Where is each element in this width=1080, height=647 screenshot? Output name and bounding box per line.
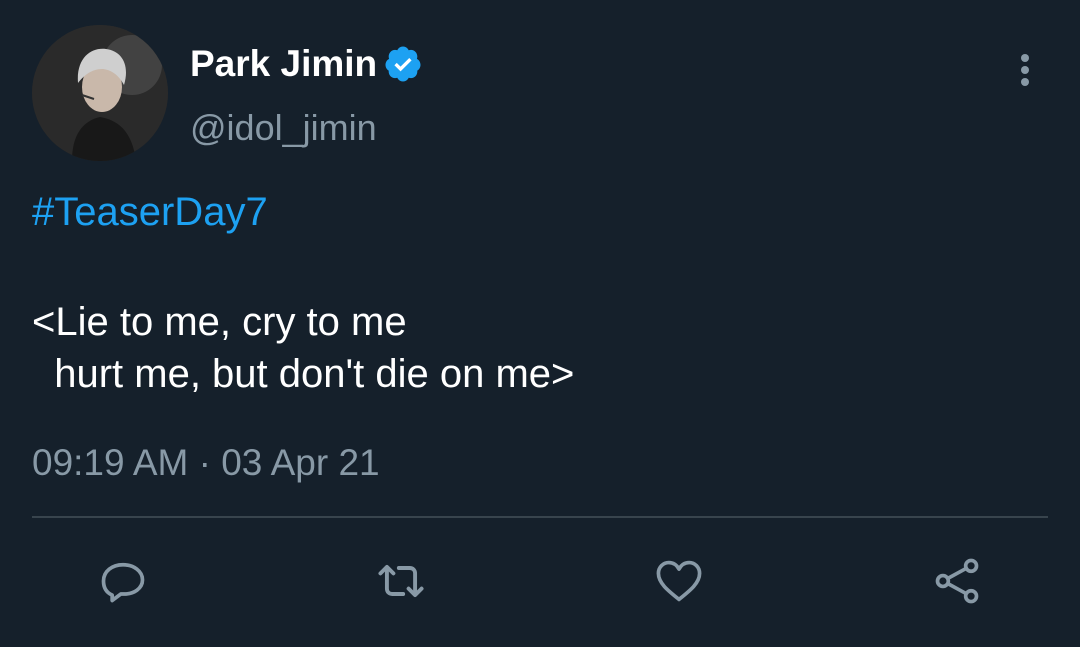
retweet-icon [378, 564, 424, 598]
tweet-text-line-2: hurt me, but don't die on me> [32, 352, 575, 396]
share-icon [935, 558, 979, 604]
more-vertical-icon[interactable] [1010, 50, 1040, 90]
tweet-text: <Lie to me, cry to me hurt me, but don't… [32, 296, 574, 400]
tweet-timestamp: 09:19 AM · 03 Apr 21 [32, 442, 380, 483]
verified-badge-icon [383, 44, 423, 84]
retweet-button[interactable] [373, 553, 429, 609]
share-button[interactable] [929, 553, 985, 609]
hashtag-link[interactable]: #TeaserDay7 [32, 188, 268, 236]
like-button[interactable] [651, 553, 707, 609]
reply-icon [101, 562, 145, 603]
user-handle[interactable]: @idol_jimin [190, 106, 377, 150]
divider [32, 516, 1048, 518]
display-name[interactable]: Park Jimin [190, 42, 423, 86]
heart-icon [656, 560, 702, 602]
display-name-text[interactable]: Park Jimin [190, 42, 377, 86]
avatar[interactable] [32, 25, 168, 161]
tweet-text-line-1: <Lie to me, cry to me [32, 300, 407, 344]
reply-button[interactable] [95, 553, 151, 609]
